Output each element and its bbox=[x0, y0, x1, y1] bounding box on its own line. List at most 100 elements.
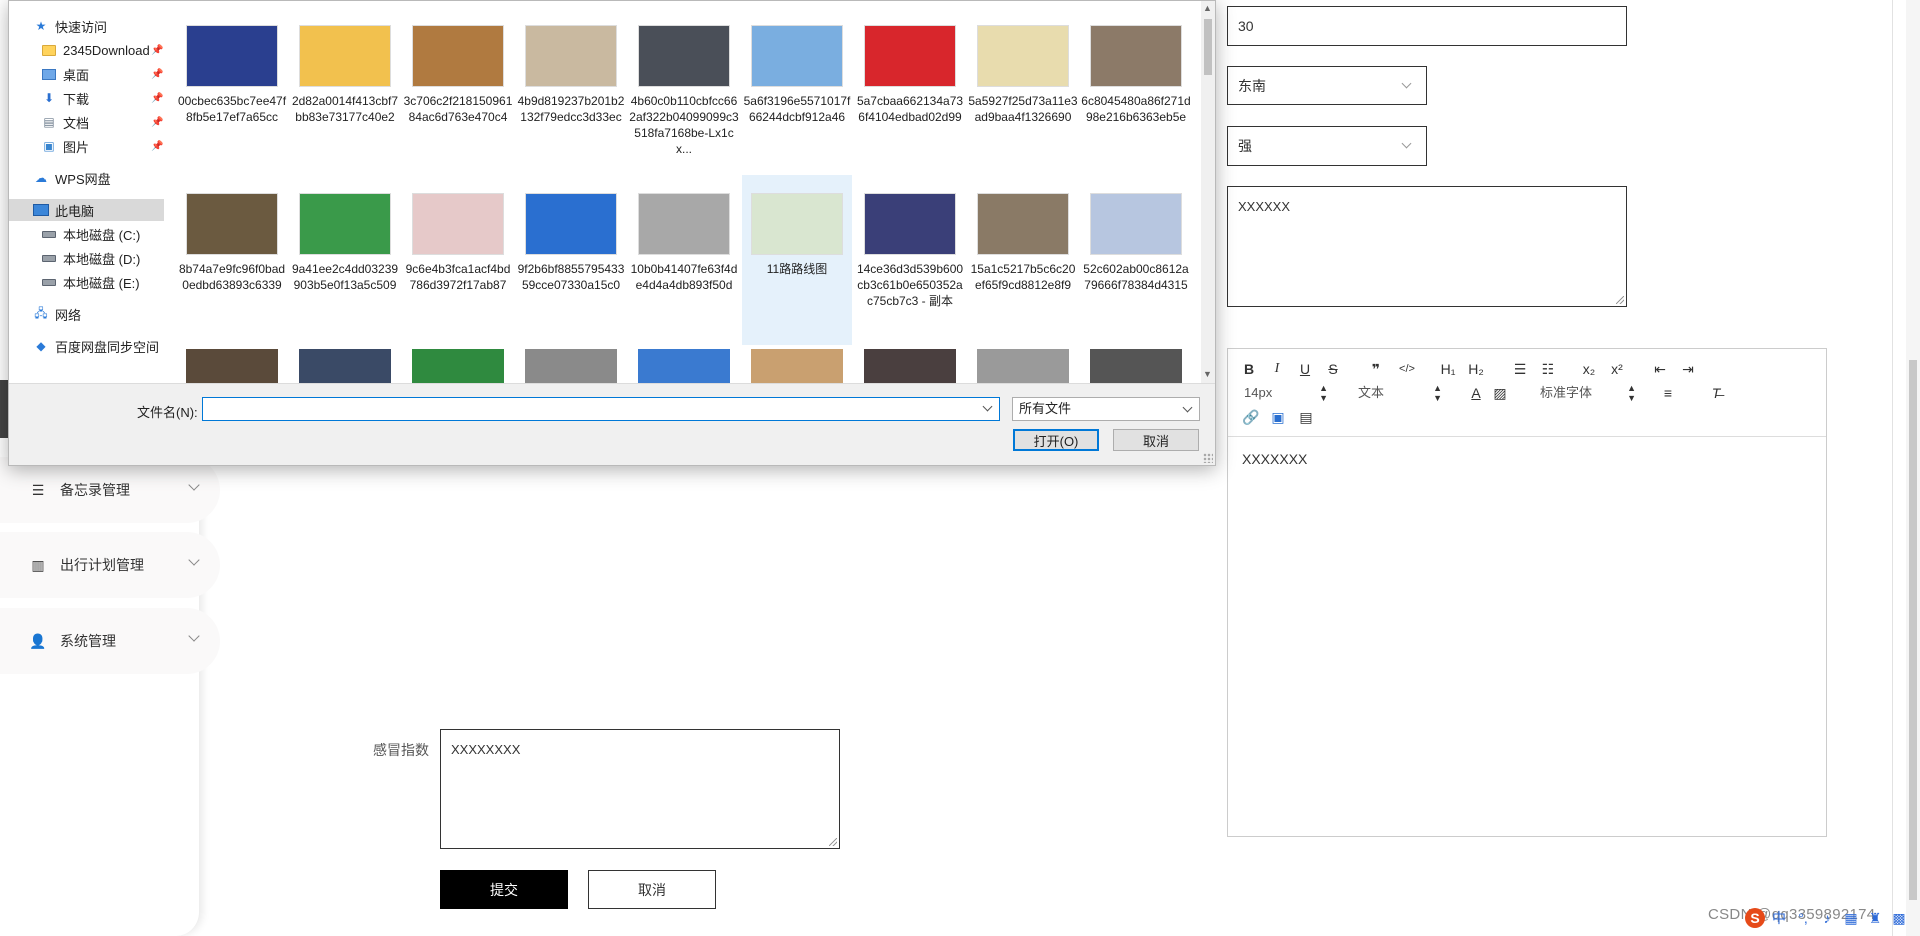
open-button[interactable]: 打开(O) bbox=[1013, 429, 1099, 451]
file-item[interactable]: 15a1c5217b5c6c20ef65f9cd8812e8f9 bbox=[968, 175, 1078, 345]
file-item[interactable]: 4b60c0b110cbfcc662af322b04099099c3518fa7… bbox=[629, 7, 739, 177]
file-item[interactable] bbox=[290, 349, 400, 383]
file-thumbnail bbox=[638, 349, 730, 383]
align-icon[interactable]: ≡ bbox=[1660, 383, 1676, 403]
background-color-icon[interactable]: ▨ bbox=[1492, 383, 1508, 403]
nav-drive-c[interactable]: 本地磁盘 (C:) bbox=[41, 223, 140, 245]
dialog-cancel-button[interactable]: 取消 bbox=[1113, 429, 1199, 451]
scroll-up-icon[interactable]: ▲ bbox=[1203, 3, 1212, 13]
shirt-icon[interactable]: ♜ bbox=[1865, 908, 1885, 928]
file-item[interactable]: 6c8045480a86f271d98e216b6363eb5e bbox=[1081, 7, 1191, 177]
subscript-button[interactable]: x₂ bbox=[1580, 359, 1598, 379]
nav-baidu-sync[interactable]: ◆ 百度网盘同步空间 bbox=[33, 335, 159, 357]
file-item[interactable] bbox=[516, 349, 626, 383]
file-item[interactable] bbox=[629, 349, 739, 383]
nav-item-desktop[interactable]: 桌面 📌 bbox=[41, 63, 171, 85]
block-type-select[interactable]: 文本 ▲ ▼ bbox=[1358, 383, 1442, 403]
cancel-button[interactable]: 取消 bbox=[588, 870, 716, 909]
file-item[interactable] bbox=[177, 349, 287, 383]
clear-format-icon[interactable]: T̶ bbox=[1708, 383, 1724, 403]
strength-select[interactable]: 强 bbox=[1227, 126, 1427, 166]
resize-grip-icon[interactable] bbox=[1616, 296, 1624, 304]
file-item[interactable]: 4b9d819237b201b2132f79edcc3d33ec bbox=[516, 7, 626, 177]
page-scrollbar[interactable] bbox=[1906, 0, 1920, 936]
nav-label: 桌面 bbox=[63, 67, 90, 83]
file-item[interactable]: 5a5927f25d73a11e3ad9baa4f1326690 bbox=[968, 7, 1078, 177]
nav-item-documents[interactable]: ▤ 文档 📌 bbox=[41, 111, 171, 133]
ordered-list-icon[interactable]: ☰ bbox=[1512, 359, 1528, 379]
sogou-logo-icon[interactable]: S bbox=[1745, 908, 1765, 928]
link-icon[interactable]: 🔗 bbox=[1242, 407, 1259, 427]
file-item[interactable]: 00cbec635bc7ee47f8fb5e17ef7a65cc bbox=[177, 7, 287, 177]
file-item[interactable]: 2d82a0014f413cbf7bb83e73177c40e2 bbox=[290, 7, 400, 177]
grid-icon[interactable]: ▩ bbox=[1889, 908, 1909, 928]
nav-quick-access[interactable]: ★ 快速访问 bbox=[33, 15, 107, 37]
chinese-mode-icon[interactable]: 中 bbox=[1769, 908, 1789, 928]
font-color-icon[interactable]: A bbox=[1468, 383, 1484, 403]
nav-wps-cloud[interactable]: ☁ WPS网盘 bbox=[33, 167, 111, 189]
sidebar-item-travel-plan[interactable]: ▥ 出行计划管理 bbox=[0, 532, 220, 598]
file-item[interactable]: 52c602ab00c8612a79666f78384d4315 bbox=[1081, 175, 1191, 345]
nav-item-2345download[interactable]: 2345Download 📌 bbox=[41, 39, 171, 61]
file-thumbnail bbox=[525, 349, 617, 383]
indent-icon[interactable]: ⇥ bbox=[1680, 359, 1696, 379]
file-item[interactable] bbox=[403, 349, 513, 383]
superscript-button[interactable]: x² bbox=[1608, 359, 1626, 379]
submit-button[interactable]: 提交 bbox=[440, 870, 568, 909]
file-item[interactable]: 11路路线图 bbox=[742, 175, 852, 345]
file-item[interactable]: 8b74a7e9fc96f0bad0edbd63893c6339 bbox=[177, 175, 287, 345]
scroll-down-icon[interactable]: ▼ bbox=[1203, 369, 1212, 379]
number-input[interactable]: 30 bbox=[1227, 6, 1627, 46]
heading2-button[interactable]: H₂ bbox=[1466, 359, 1486, 379]
file-item[interactable] bbox=[968, 349, 1078, 383]
file-type-filter-value: 所有文件 bbox=[1019, 401, 1072, 416]
file-item[interactable] bbox=[1081, 349, 1191, 383]
file-item[interactable]: 9f2b6bf885579543359cce07330a15c0 bbox=[516, 175, 626, 345]
file-item[interactable]: 10b0b41407fe63f4de4d4a4db893f50d bbox=[629, 175, 739, 345]
microphone-icon[interactable]: ♪ bbox=[1817, 908, 1837, 928]
file-item[interactable]: 5a6f3196e5571017f66244dcbf912a46 bbox=[742, 7, 852, 177]
scrollbar-thumb[interactable] bbox=[1204, 19, 1212, 75]
italic-button[interactable]: I bbox=[1270, 359, 1284, 379]
file-item[interactable]: 5a7cbaa662134a736f4104edbad02d99 bbox=[855, 7, 965, 177]
file-item[interactable]: 9c6e4b3fca1acf4bd786d3972f17ab87 bbox=[403, 175, 513, 345]
file-item[interactable] bbox=[855, 349, 965, 383]
description-textarea[interactable]: XXXXXX bbox=[1227, 186, 1627, 307]
video-icon[interactable]: ▤ bbox=[1298, 407, 1314, 427]
resize-grip-icon[interactable] bbox=[829, 838, 837, 846]
sidebar-item-memo[interactable]: ☰ 备忘录管理 bbox=[0, 457, 220, 523]
file-item[interactable]: 3c706c2f21815096184ac6d763e470c4 bbox=[403, 7, 513, 177]
nav-item-pictures[interactable]: ▣ 图片 📌 bbox=[41, 135, 171, 157]
heading1-button[interactable]: H₁ bbox=[1438, 359, 1458, 379]
keyboard-icon[interactable]: ▦ bbox=[1841, 908, 1861, 928]
scrollbar-thumb[interactable] bbox=[1909, 360, 1917, 900]
code-button[interactable]: </> bbox=[1396, 359, 1418, 379]
punctuation-icon[interactable]: °, bbox=[1793, 908, 1813, 928]
file-item[interactable] bbox=[742, 349, 852, 383]
nav-this-pc[interactable]: 此电脑 bbox=[9, 199, 164, 221]
file-type-filter-select[interactable]: 所有文件 bbox=[1012, 397, 1200, 421]
strikethrough-button[interactable]: S bbox=[1326, 359, 1340, 379]
resize-grip-icon[interactable] bbox=[1203, 453, 1213, 463]
unordered-list-icon[interactable]: ☷ bbox=[1540, 359, 1556, 379]
font-family-select[interactable]: 标准字体 ▲ ▼ bbox=[1540, 383, 1636, 403]
editor-content[interactable]: XXXXXXX bbox=[1242, 451, 1307, 467]
nav-network[interactable]: 🖧 网络 bbox=[33, 303, 81, 325]
nav-drive-e[interactable]: 本地磁盘 (E:) bbox=[41, 271, 140, 293]
filename-input[interactable] bbox=[202, 397, 1000, 421]
nav-item-downloads[interactable]: ⬇ 下载 📌 bbox=[41, 87, 171, 109]
nav-drive-d[interactable]: 本地磁盘 (D:) bbox=[41, 247, 140, 269]
underline-button[interactable]: U bbox=[1298, 359, 1312, 379]
image-icon[interactable]: ▣ bbox=[1270, 407, 1286, 427]
outdent-icon[interactable]: ⇤ bbox=[1652, 359, 1668, 379]
cold-index-textarea[interactable]: XXXXXXXX bbox=[440, 729, 840, 849]
file-item[interactable]: 9a41ee2c4dd03239903b5e0f13a5c509 bbox=[290, 175, 400, 345]
direction-select[interactable]: 东南 bbox=[1227, 66, 1427, 105]
file-item[interactable]: 14ce36d3d539b600cb3c61b0e650352ac75cb7c3… bbox=[855, 175, 965, 345]
file-list-scrollbar[interactable]: ▲ ▼ bbox=[1201, 1, 1215, 383]
sidebar-item-system[interactable]: 👤 系统管理 bbox=[0, 608, 220, 674]
direction-select-value: 东南 bbox=[1238, 77, 1266, 94]
font-size-select[interactable]: 14px ▲ ▼ bbox=[1244, 383, 1328, 403]
bold-button[interactable]: B bbox=[1242, 359, 1256, 379]
blockquote-button[interactable]: ❞ bbox=[1368, 359, 1384, 379]
